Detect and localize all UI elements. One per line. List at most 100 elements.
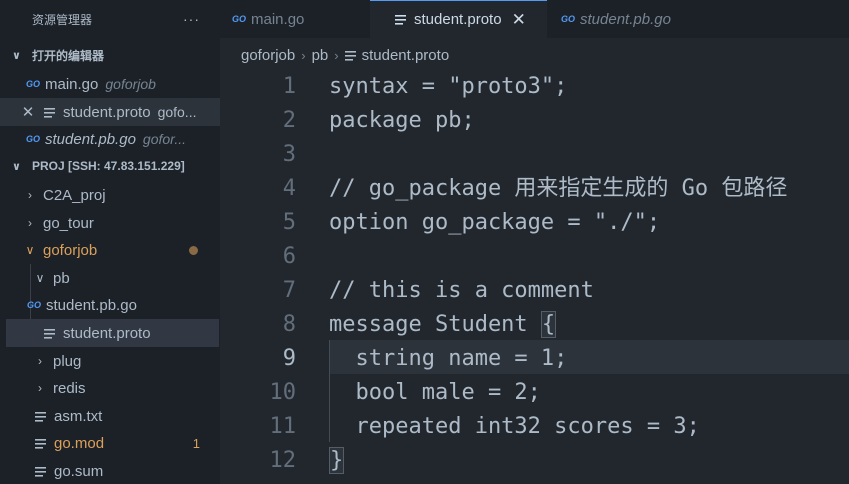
chevron-right-icon: › bbox=[301, 47, 306, 63]
tree-folder[interactable]: ∨ goforjob bbox=[0, 236, 220, 264]
line-number: 6 bbox=[282, 244, 296, 269]
tree-file[interactable]: go.mod 1 bbox=[0, 429, 220, 457]
tree-label: plug bbox=[53, 352, 82, 370]
open-editor-folder: goforjob bbox=[105, 76, 156, 92]
tree-label: student.pb.go bbox=[46, 296, 137, 314]
code-text[interactable]: syntax = "proto3"; bbox=[329, 70, 567, 104]
mod-file-icon bbox=[35, 437, 46, 449]
code-editor[interactable]: 1 syntax = "proto3"; 2 package pb; 3 4 /… bbox=[220, 70, 849, 484]
code-line[interactable]: 1 syntax = "proto3"; bbox=[220, 70, 849, 104]
go-file-icon: GO bbox=[25, 79, 40, 89]
line-number: 7 bbox=[282, 278, 296, 303]
tree-file[interactable]: asm.txt bbox=[0, 402, 220, 430]
tree-file-selected[interactable]: student.proto bbox=[6, 319, 219, 347]
tree-folder[interactable]: › go_tour bbox=[0, 209, 220, 237]
tree-label: go.sum bbox=[54, 462, 104, 480]
code-text[interactable]: string name = 1; bbox=[329, 342, 567, 376]
project-section[interactable]: ∨ PROJ [SSH: 47.83.151.229] bbox=[0, 152, 220, 180]
proto-file-icon bbox=[44, 106, 55, 118]
matching-brace: { bbox=[540, 311, 557, 338]
tree-label: redis bbox=[53, 379, 86, 397]
more-actions-icon[interactable]: ··· bbox=[183, 11, 200, 27]
line-number: 4 bbox=[282, 176, 296, 201]
text-file-icon bbox=[35, 410, 46, 422]
chevron-right-icon: › bbox=[28, 216, 32, 230]
close-icon[interactable]: ✕ bbox=[512, 10, 526, 30]
open-editor-folder: gofor... bbox=[142, 131, 186, 147]
code-line[interactable]: 12 } bbox=[220, 444, 849, 478]
code-line[interactable]: 2 package pb; bbox=[220, 104, 849, 138]
explorer-header: 资源管理器 ··· bbox=[0, 0, 220, 38]
chevron-down-icon: ∨ bbox=[35, 271, 45, 285]
chevron-right-icon: › bbox=[38, 381, 42, 395]
line-number: 5 bbox=[282, 210, 296, 235]
line-number: 3 bbox=[282, 142, 296, 167]
chevron-right-icon: › bbox=[334, 47, 339, 63]
code-line[interactable]: 6 bbox=[220, 240, 849, 274]
close-icon[interactable]: ✕ bbox=[20, 103, 36, 121]
open-editors-label: 打开的编辑器 bbox=[32, 48, 105, 63]
code-text[interactable]: message Student { bbox=[329, 308, 557, 342]
code-text[interactable]: } bbox=[329, 444, 345, 478]
code-text[interactable]: repeated int32 scores = 3; bbox=[329, 410, 699, 444]
breadcrumb-item[interactable]: goforjob bbox=[241, 47, 295, 64]
tab-student-proto[interactable]: student.proto ✕ bbox=[370, 0, 547, 38]
tree-folder[interactable]: › redis bbox=[0, 374, 220, 402]
code-line[interactable]: 3 bbox=[220, 138, 849, 172]
chevron-down-icon: ∨ bbox=[12, 49, 21, 62]
tree-folder[interactable]: ∨ pb bbox=[0, 264, 220, 292]
code-text-part: message Student bbox=[329, 312, 541, 337]
code-line[interactable]: 8 message Student { bbox=[220, 308, 849, 342]
problem-count-badge: 1 bbox=[192, 435, 200, 451]
code-line[interactable]: 10 bool male = 2; bbox=[220, 376, 849, 410]
tab-student-pb-go[interactable]: GO student.pb.go bbox=[547, 0, 717, 38]
breadcrumb-item[interactable]: student.proto bbox=[362, 47, 450, 64]
tree-label: asm.txt bbox=[54, 407, 103, 425]
proto-file-icon bbox=[395, 14, 406, 25]
code-line-current[interactable]: 9 string name = 1; bbox=[220, 342, 849, 376]
project-label: PROJ [SSH: 47.83.151.229] bbox=[32, 159, 185, 173]
code-line[interactable]: 5 option go_package = "./"; bbox=[220, 206, 849, 240]
open-editor-item[interactable]: GO main.go goforjob bbox=[0, 70, 220, 98]
open-editor-item-active[interactable]: ✕ student.proto gofo... bbox=[0, 98, 220, 126]
explorer-title: 资源管理器 bbox=[32, 12, 93, 27]
sum-file-icon bbox=[35, 465, 46, 477]
tab-label: student.pb.go bbox=[580, 10, 671, 28]
tab-label: student.proto bbox=[414, 11, 502, 28]
line-number: 9 bbox=[282, 346, 296, 371]
tree-folder[interactable]: › plug bbox=[0, 347, 220, 375]
code-line[interactable]: 4 // go_package 用来指定生成的 Go 包路径 bbox=[220, 172, 849, 206]
code-text[interactable]: // this is a comment bbox=[329, 274, 594, 308]
open-editor-item[interactable]: GO student.pb.go gofor... bbox=[0, 125, 220, 153]
tree-label: pb bbox=[53, 269, 70, 287]
breadcrumb-item[interactable]: pb bbox=[312, 47, 329, 64]
code-line[interactable]: 7 // this is a comment bbox=[220, 274, 849, 308]
go-file-icon: GO bbox=[25, 134, 40, 144]
line-number: 12 bbox=[269, 448, 297, 473]
chevron-right-icon: › bbox=[38, 354, 42, 368]
open-editor-folder: gofo... bbox=[157, 104, 197, 120]
line-number: 10 bbox=[269, 380, 297, 405]
breadcrumb: goforjob › pb › student.proto bbox=[220, 40, 449, 70]
editor-tab-bar: GO main.go student.proto ✕ GO student.pb… bbox=[220, 0, 849, 38]
open-editors-section[interactable]: ∨ 打开的编辑器 bbox=[0, 41, 220, 69]
line-number: 11 bbox=[269, 414, 297, 439]
line-number: 1 bbox=[282, 74, 296, 99]
line-number: 2 bbox=[282, 108, 296, 133]
chevron-down-icon: ∨ bbox=[12, 160, 21, 173]
tree-label: C2A_proj bbox=[43, 186, 106, 204]
tree-folder[interactable]: › C2A_proj bbox=[0, 181, 220, 209]
proto-file-icon bbox=[44, 327, 55, 339]
code-text[interactable]: bool male = 2; bbox=[329, 376, 540, 410]
tab-main-go[interactable]: GO main.go bbox=[220, 0, 370, 38]
explorer-sidebar: 资源管理器 ··· ∨ 打开的编辑器 GO main.go goforjob ✕… bbox=[0, 0, 220, 484]
proto-file-icon bbox=[344, 49, 356, 61]
tree-file[interactable]: go.sum bbox=[0, 457, 220, 484]
code-text[interactable]: // go_package 用来指定生成的 Go 包路径 bbox=[329, 172, 787, 206]
go-file-icon: GO bbox=[232, 14, 247, 24]
code-line[interactable]: 11 repeated int32 scores = 3; bbox=[220, 410, 849, 444]
tree-file[interactable]: GO student.pb.go bbox=[0, 291, 220, 319]
code-text[interactable]: option go_package = "./"; bbox=[329, 206, 660, 240]
code-text[interactable]: package pb; bbox=[329, 104, 475, 138]
open-editor-name: main.go bbox=[45, 75, 99, 93]
